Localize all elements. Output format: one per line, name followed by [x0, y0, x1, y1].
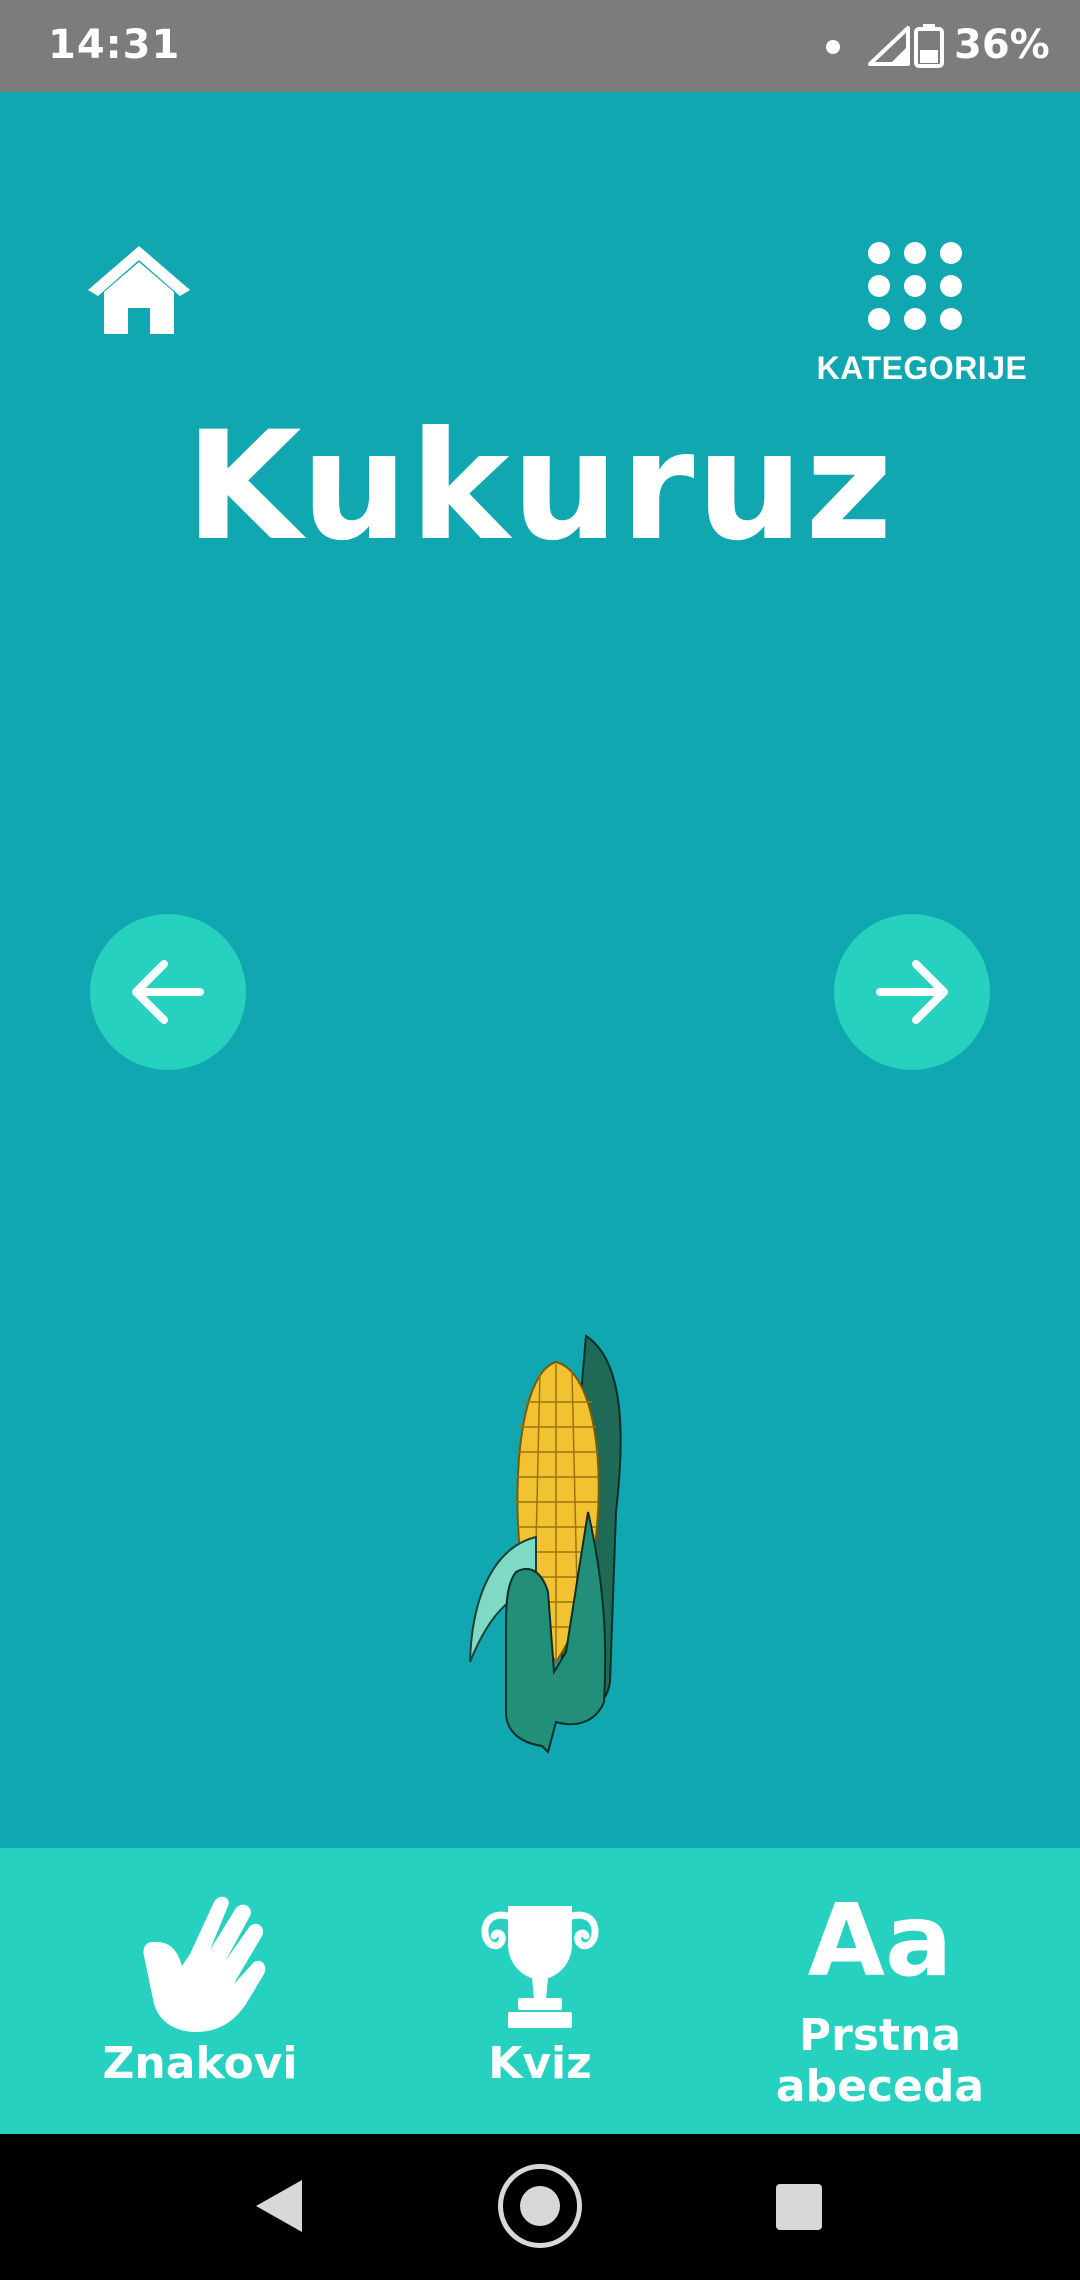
- tab-finger-alphabet[interactable]: Aa Prstna abeceda: [690, 1848, 1070, 2134]
- trophy-icon: [481, 1906, 599, 2028]
- grid-icon: [868, 242, 964, 330]
- arrow-left-icon: [132, 960, 204, 1024]
- home-circle-icon[interactable]: [498, 2164, 582, 2248]
- recents-icon[interactable]: [776, 2184, 822, 2230]
- home-icon: [88, 246, 190, 334]
- home-button[interactable]: [84, 240, 194, 340]
- tab-finger-alphabet-label: Prstna abeceda: [775, 2010, 985, 2112]
- notification-dot-icon: [826, 40, 840, 54]
- categories-label: KATEGORIJE: [816, 350, 1028, 386]
- alphabet-icon: Aa: [807, 1882, 953, 1999]
- battery-icon: [914, 24, 944, 68]
- back-icon[interactable]: [254, 2178, 304, 2234]
- categories-button[interactable]: KATEGORIJE: [812, 242, 1032, 392]
- corn-icon: [469, 1334, 622, 1754]
- battery-percent: 36%: [954, 22, 1050, 68]
- arrow-right-icon: [876, 960, 948, 1024]
- tab-signs-label: Znakovi: [102, 2038, 298, 2089]
- word-title: Kukuruz: [185, 400, 895, 574]
- previous-button[interactable]: [90, 914, 246, 1070]
- hand-icon: [143, 1896, 266, 2032]
- status-time: 14:31: [48, 22, 181, 68]
- word-screen: KATEGORIJE Kukuruz: [0, 92, 1080, 1848]
- next-button[interactable]: [834, 914, 990, 1070]
- tab-signs[interactable]: Znakovi: [60, 1848, 340, 2134]
- system-nav-bar: [0, 2134, 1080, 2280]
- bottom-tab-bar: Znakovi Kviz Aa Prstna abeceda: [0, 1848, 1080, 2134]
- signal-icon: [868, 26, 910, 66]
- status-bar: 14:31 36%: [0, 0, 1080, 92]
- tab-quiz-label: Kviz: [488, 2038, 592, 2089]
- tab-quiz[interactable]: Kviz: [400, 1848, 680, 2134]
